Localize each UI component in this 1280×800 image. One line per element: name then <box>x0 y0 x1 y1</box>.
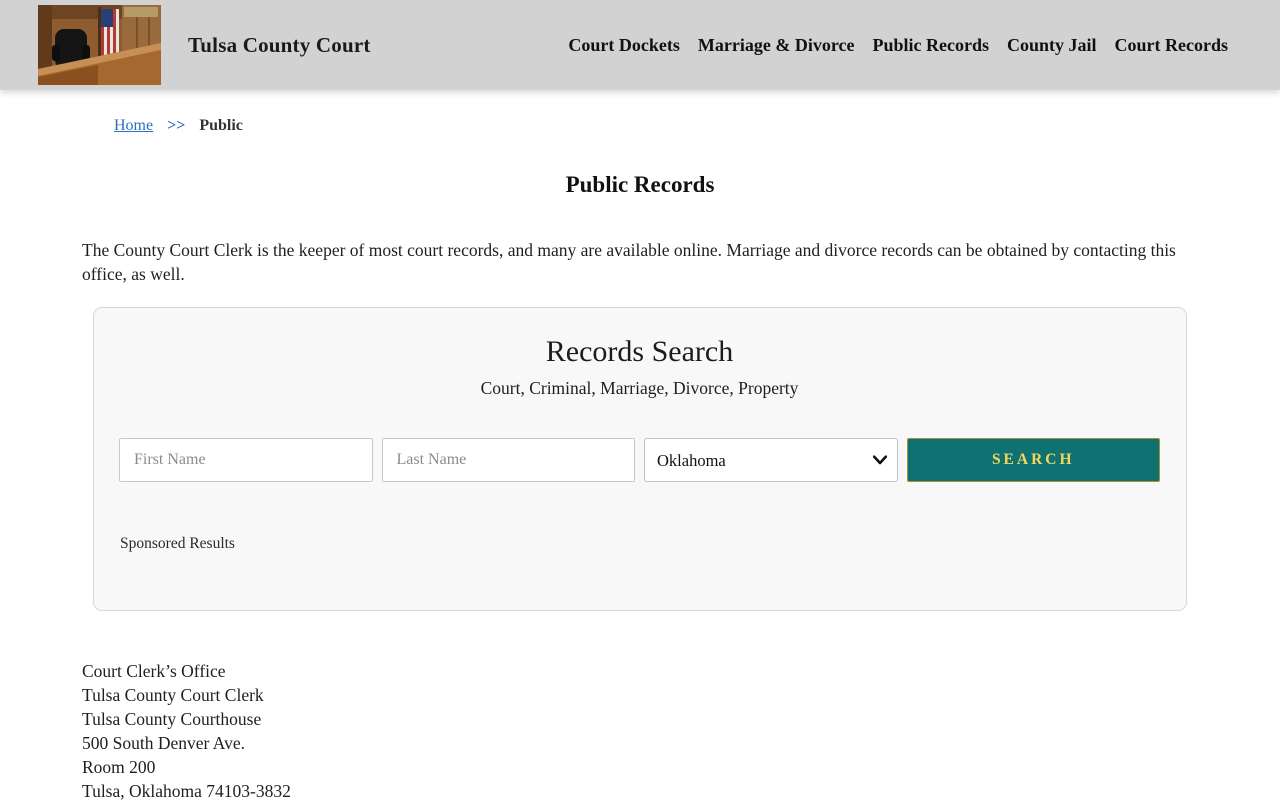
breadcrumb-current: Public <box>199 117 243 134</box>
contact-line: Court Clerk’s Office <box>82 659 1280 683</box>
records-search-subtitle: Court, Criminal, Marriage, Divorce, Prop… <box>119 378 1160 399</box>
last-name-input[interactable] <box>382 438 636 482</box>
sponsored-results-label: Sponsored Results <box>119 535 1160 553</box>
nav-marriage-divorce[interactable]: Marriage & Divorce <box>698 35 855 56</box>
court-clerk-contact-block: Court Clerk’s Office Tulsa County Court … <box>82 659 1280 800</box>
search-button[interactable]: SEARCH <box>907 438 1161 482</box>
nav-county-jail[interactable]: County Jail <box>1007 35 1097 56</box>
nav-public-records[interactable]: Public Records <box>872 35 989 56</box>
contact-line: 500 South Denver Ave. <box>82 731 1280 755</box>
main-nav: Court Dockets Marriage & Divorce Public … <box>568 35 1228 56</box>
nav-court-records[interactable]: Court Records <box>1115 35 1228 56</box>
records-search-title: Records Search <box>119 335 1160 369</box>
contact-line: Tulsa, Oklahoma 74103-3832 <box>82 779 1280 800</box>
courtroom-logo-image[interactable] <box>38 5 161 85</box>
state-select[interactable]: Oklahoma <box>644 438 898 482</box>
breadcrumb-separator: >> <box>167 117 185 134</box>
intro-paragraph: The County Court Clerk is the keeper of … <box>82 238 1192 286</box>
nav-court-dockets[interactable]: Court Dockets <box>568 35 679 56</box>
contact-line: Room 200 <box>82 755 1280 779</box>
breadcrumb: Home >> Public <box>0 90 1280 135</box>
contact-line: Tulsa County Courthouse <box>82 707 1280 731</box>
breadcrumb-home-link[interactable]: Home <box>114 117 153 134</box>
state-select-wrap: Oklahoma <box>644 438 898 482</box>
first-name-input[interactable] <box>119 438 373 482</box>
contact-line: Tulsa County Court Clerk <box>82 683 1280 707</box>
records-search-form: Oklahoma SEARCH <box>119 438 1160 482</box>
courtroom-photo-graphic <box>38 5 161 85</box>
site-header: Tulsa County Court Court Dockets Marriag… <box>0 0 1280 90</box>
site-title: Tulsa County Court <box>188 33 371 58</box>
page-title: Public Records <box>0 172 1280 198</box>
records-search-panel: Records Search Court, Criminal, Marriage… <box>93 307 1187 611</box>
